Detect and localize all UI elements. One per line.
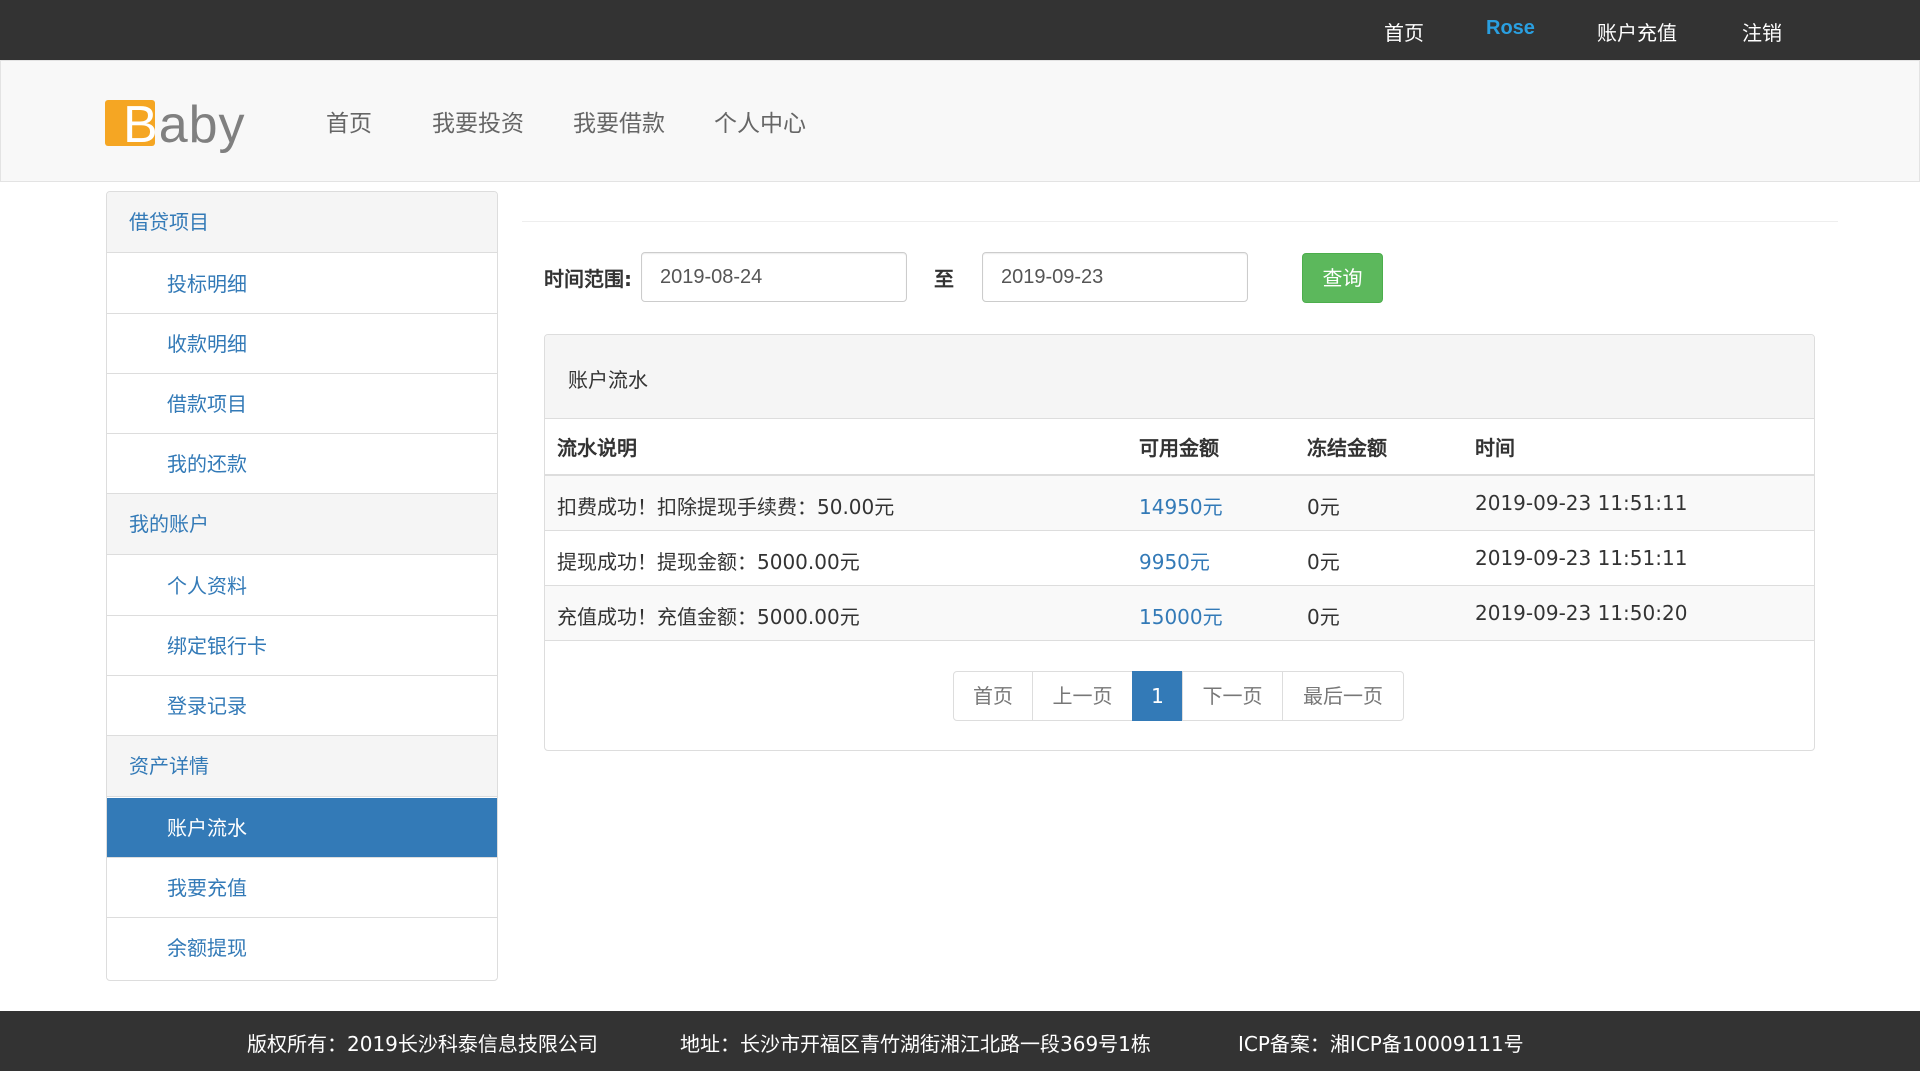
column-header-frozen: 冻结金额 bbox=[1307, 436, 1387, 460]
account-flow-panel: 账户流水 流水说明 可用金额 冻结金额 时间 扣费成功！扣除提现手续费：50.0… bbox=[544, 334, 1815, 751]
row-frozen-amount: 0元 bbox=[1307, 605, 1340, 629]
sidebar-item-bid-details[interactable]: 投标明细 bbox=[107, 254, 497, 314]
row-time: 2019-09-23 11:50:20 bbox=[1475, 601, 1688, 625]
nav-personal-center[interactable]: 个人中心 bbox=[714, 104, 806, 138]
top-bar: 首页 Rose 账户充值 注销 bbox=[0, 0, 1920, 60]
page-last-button[interactable]: 最后一页 bbox=[1282, 671, 1404, 721]
to-label: 至 bbox=[934, 267, 954, 291]
end-date-input[interactable]: 2019-09-23 bbox=[982, 252, 1248, 302]
row-time: 2019-09-23 11:51:11 bbox=[1475, 546, 1688, 570]
table-row: 充值成功！充值金额：5000.00元 15000元 0元 2019-09-23 … bbox=[545, 586, 1814, 641]
top-link-logout[interactable]: 注销 bbox=[1742, 17, 1782, 46]
footer-copyright: 版权所有：2019长沙科泰信息技限公司 bbox=[247, 1032, 598, 1056]
column-header-available: 可用金额 bbox=[1139, 436, 1219, 460]
table-row: 扣费成功！扣除提现手续费：50.00元 14950元 0元 2019-09-23… bbox=[545, 476, 1814, 531]
logo-text: Baby bbox=[123, 96, 246, 154]
page-first-button[interactable]: 首页 bbox=[953, 671, 1033, 721]
row-description: 充值成功！充值金额：5000.00元 bbox=[557, 605, 860, 629]
time-range-label: 时间范围: bbox=[544, 267, 632, 291]
sidebar-item-my-repayment[interactable]: 我的还款 bbox=[107, 434, 497, 494]
sidebar-item-receipt-details[interactable]: 收款明细 bbox=[107, 314, 497, 374]
sidebar-item-loan-projects[interactable]: 借款项目 bbox=[107, 374, 497, 434]
sidebar-item-recharge[interactable]: 我要充值 bbox=[107, 858, 497, 918]
site-header: Baby bbox=[0, 60, 1920, 182]
sidebar: 借贷项目 投标明细 收款明细 借款项目 我的还款 我的账户 个人资料 绑定银行卡… bbox=[106, 191, 498, 981]
column-header-time: 时间 bbox=[1475, 436, 1515, 460]
page-1-button[interactable]: 1 bbox=[1132, 671, 1183, 721]
row-description: 提现成功！提现金额：5000.00元 bbox=[557, 550, 860, 574]
column-header-description: 流水说明 bbox=[557, 436, 637, 460]
query-button[interactable]: 查询 bbox=[1302, 253, 1383, 303]
nav-borrow[interactable]: 我要借款 bbox=[573, 104, 665, 138]
nav-invest[interactable]: 我要投资 bbox=[432, 104, 524, 138]
table-row: 提现成功！提现金额：5000.00元 9950元 0元 2019-09-23 1… bbox=[545, 531, 1814, 586]
row-available-amount: 9950元 bbox=[1139, 550, 1210, 574]
page-next-button[interactable]: 下一页 bbox=[1182, 671, 1283, 721]
row-time: 2019-09-23 11:51:11 bbox=[1475, 491, 1688, 515]
sidebar-item-account-flow[interactable]: 账户流水 bbox=[107, 798, 497, 858]
start-date-input[interactable]: 2019-08-24 bbox=[641, 252, 907, 302]
panel-heading: 账户流水 bbox=[545, 335, 1814, 419]
row-description: 扣费成功！扣除提现手续费：50.00元 bbox=[557, 495, 895, 519]
page-prev-button[interactable]: 上一页 bbox=[1032, 671, 1133, 721]
sidebar-group-account: 我的账户 bbox=[107, 494, 497, 555]
nav-home[interactable]: 首页 bbox=[326, 104, 372, 138]
row-frozen-amount: 0元 bbox=[1307, 550, 1340, 574]
row-available-amount: 15000元 bbox=[1139, 605, 1223, 629]
sidebar-item-withdraw[interactable]: 余额提现 bbox=[107, 918, 497, 978]
footer-icp: ICP备案：湘ICP备10009111号 bbox=[1238, 1032, 1524, 1056]
site-footer: 版权所有：2019长沙科泰信息技限公司 地址：长沙市开福区青竹湖街湘江北路一段3… bbox=[0, 1011, 1920, 1071]
top-link-user[interactable]: Rose bbox=[1486, 17, 1535, 40]
footer-address: 地址：长沙市开福区青竹湖街湘江北路一段369号1栋 bbox=[680, 1032, 1151, 1056]
top-link-recharge[interactable]: 账户充值 bbox=[1597, 17, 1677, 46]
sidebar-item-bind-bank-card[interactable]: 绑定银行卡 bbox=[107, 616, 497, 676]
sidebar-item-profile[interactable]: 个人资料 bbox=[107, 556, 497, 616]
row-available-amount: 14950元 bbox=[1139, 495, 1223, 519]
site-logo[interactable]: Baby bbox=[105, 96, 246, 157]
top-link-home[interactable]: 首页 bbox=[1384, 17, 1424, 46]
row-frozen-amount: 0元 bbox=[1307, 495, 1340, 519]
sidebar-item-login-records[interactable]: 登录记录 bbox=[107, 676, 497, 736]
sidebar-group-assets: 资产详情 bbox=[107, 736, 497, 797]
content-divider bbox=[522, 221, 1838, 222]
panel-title: 账户流水 bbox=[568, 368, 648, 392]
sidebar-group-loans: 借贷项目 bbox=[107, 192, 497, 253]
